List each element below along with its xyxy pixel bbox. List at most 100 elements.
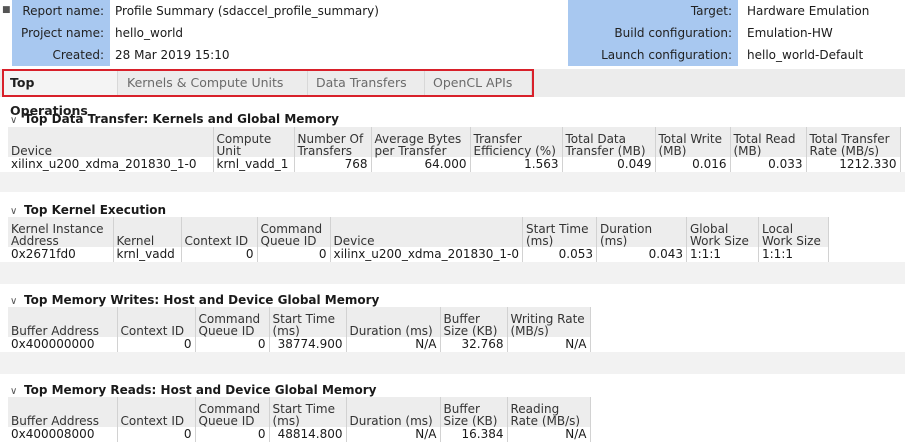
section-data-transfer-title[interactable]: ∨ Top Data Transfer: Kernels and Global M… (10, 112, 339, 126)
col-header[interactable]: Reading Rate (MB/s) (507, 397, 591, 427)
collapse-icon[interactable]: ■ (2, 5, 11, 15)
section-gap (0, 352, 905, 374)
launch-config-label: Launch configuration: (568, 44, 738, 66)
cell: N/A (507, 337, 591, 352)
cell: 0.053 (522, 247, 597, 262)
col-header[interactable]: Total Write (MB) (655, 127, 731, 157)
section-mem-reads-title[interactable]: ∨ Top Memory Reads: Host and Device Globa… (10, 383, 377, 397)
col-header[interactable]: Kernel Instance Address (8, 217, 114, 247)
table-row[interactable]: 0x400008000 0 0 48814.800 N/A 16.384 N/A (8, 427, 591, 442)
cell: 0.016 (655, 157, 731, 172)
cell: 0.033 (730, 157, 807, 172)
created-label: Created: (12, 44, 110, 66)
build-config-label: Build configuration: (568, 22, 738, 44)
project-name-label: Project name: (12, 22, 110, 44)
cell: 0 (117, 337, 196, 352)
mem-reads-table: Buffer Address Context ID Command Queue … (8, 397, 591, 442)
section-gap (0, 172, 905, 192)
col-header[interactable]: Writing Rate (MB/s) (507, 307, 591, 337)
section-kernel-exec-title[interactable]: ∨ Top Kernel Execution (10, 203, 166, 217)
section-title-text: Top Memory Writes: Host and Device Globa… (24, 293, 380, 307)
chevron-down-icon: ∨ (10, 115, 18, 126)
cell: krnl_vadd_1 (213, 157, 295, 172)
cell: 1.563 (470, 157, 563, 172)
cell: 64.000 (371, 157, 471, 172)
project-name-value: hello_world (115, 26, 184, 40)
cell: 1:1:1 (686, 247, 759, 262)
cell: 16.384 (440, 427, 508, 442)
col-header[interactable]: Command Queue ID (195, 397, 270, 427)
col-header[interactable]: Device (8, 127, 214, 157)
section-title-text: Top Data Transfer: Kernels and Global Me… (24, 112, 339, 126)
cell: 0.043 (596, 247, 687, 262)
build-config-value: Emulation-HW (747, 26, 833, 40)
col-header[interactable]: Duration (ms) (346, 397, 441, 427)
tab-top-operations[interactable]: Top Operations (2, 69, 118, 118)
col-header[interactable]: Start Time (ms) (269, 397, 347, 427)
tab-opencl-apis[interactable]: OpenCL APIs (425, 69, 532, 97)
section-mem-writes-title[interactable]: ∨ Top Memory Writes: Host and Device Glob… (10, 293, 379, 307)
cell: 0 (181, 247, 258, 262)
col-header[interactable]: Device (330, 217, 523, 247)
col-header[interactable]: Start Time (ms) (269, 307, 347, 337)
section-gap (0, 262, 905, 284)
col-header[interactable]: Local Work Size (758, 217, 829, 247)
col-header[interactable]: Context ID (117, 397, 196, 427)
report-name-value: Profile Summary (sdaccel_profile_summary… (115, 4, 379, 18)
col-header[interactable]: Total Data Transfer (MB) (562, 127, 656, 157)
col-header[interactable]: Transfer Efficiency (%) (470, 127, 563, 157)
target-label: Target: (568, 0, 738, 22)
cell: 1212.330 (806, 157, 901, 172)
cell: N/A (507, 427, 591, 442)
table-row[interactable]: 0x400000000 0 0 38774.900 N/A 32.768 N/A (8, 337, 591, 352)
col-header[interactable]: Compute Unit (213, 127, 295, 157)
col-header[interactable]: Total Transfer Rate (MB/s) (806, 127, 901, 157)
col-header[interactable]: Duration (ms) (346, 307, 441, 337)
cell: N/A (346, 427, 441, 442)
col-header[interactable]: Duration (ms) (596, 217, 687, 247)
col-header[interactable]: Buffer Size (KB) (440, 307, 508, 337)
col-header[interactable]: Buffer Address (8, 397, 118, 427)
cell: xilinx_u200_xdma_201830_1-0 (330, 247, 523, 262)
col-header[interactable]: Kernel (113, 217, 182, 247)
table-row[interactable]: xilinx_u200_xdma_201830_1-0 krnl_vadd_1 … (8, 157, 901, 172)
section-title-text: Top Kernel Execution (24, 203, 167, 217)
section-title-text: Top Memory Reads: Host and Device Global… (24, 383, 377, 397)
cell: 0x400008000 (8, 427, 118, 442)
cell: 768 (294, 157, 372, 172)
tab-data-transfers[interactable]: Data Transfers (308, 69, 425, 97)
cell: 48814.800 (269, 427, 347, 442)
created-value: 28 Mar 2019 15:10 (115, 48, 230, 62)
cell: xilinx_u200_xdma_201830_1-0 (8, 157, 214, 172)
col-header[interactable]: Global Work Size (686, 217, 759, 247)
col-header[interactable]: Total Read (MB) (730, 127, 807, 157)
col-header[interactable]: Buffer Address (8, 307, 118, 337)
col-header[interactable]: Start Time (ms) (522, 217, 597, 247)
col-header[interactable]: Command Queue ID (195, 307, 270, 337)
cell: 0 (195, 427, 270, 442)
cell: 32.768 (440, 337, 508, 352)
cell: 0 (117, 427, 196, 442)
data-transfer-table: Device Compute Unit Number Of Transfers … (8, 127, 901, 172)
kernel-exec-table: Kernel Instance Address Kernel Context I… (8, 217, 829, 262)
col-header[interactable]: Context ID (181, 217, 258, 247)
cell: N/A (346, 337, 441, 352)
cell: 0x400000000 (8, 337, 118, 352)
col-header[interactable]: Command Queue ID (257, 217, 331, 247)
cell: 1:1:1 (758, 247, 829, 262)
target-value: Hardware Emulation (747, 4, 870, 18)
report-header: ■ Report name: Profile Summary (sdaccel_… (0, 0, 905, 66)
col-header[interactable]: Context ID (117, 307, 196, 337)
col-header[interactable]: Average Bytes per Transfer (371, 127, 471, 157)
table-row[interactable]: 0x2671fd0 krnl_vadd 0 0 xilinx_u200_xdma… (8, 247, 829, 262)
col-header[interactable]: Buffer Size (KB) (440, 397, 508, 427)
col-header[interactable]: Number Of Transfers (294, 127, 372, 157)
mem-writes-table: Buffer Address Context ID Command Queue … (8, 307, 591, 352)
tab-kernels-compute-units[interactable]: Kernels & Compute Units (119, 69, 308, 97)
cell: krnl_vadd (113, 247, 182, 262)
report-name-label: Report name: (12, 0, 110, 22)
cell: 0.049 (562, 157, 656, 172)
cell: 0 (257, 247, 331, 262)
launch-config-value: hello_world-Default (747, 48, 864, 62)
cell: 0 (195, 337, 270, 352)
